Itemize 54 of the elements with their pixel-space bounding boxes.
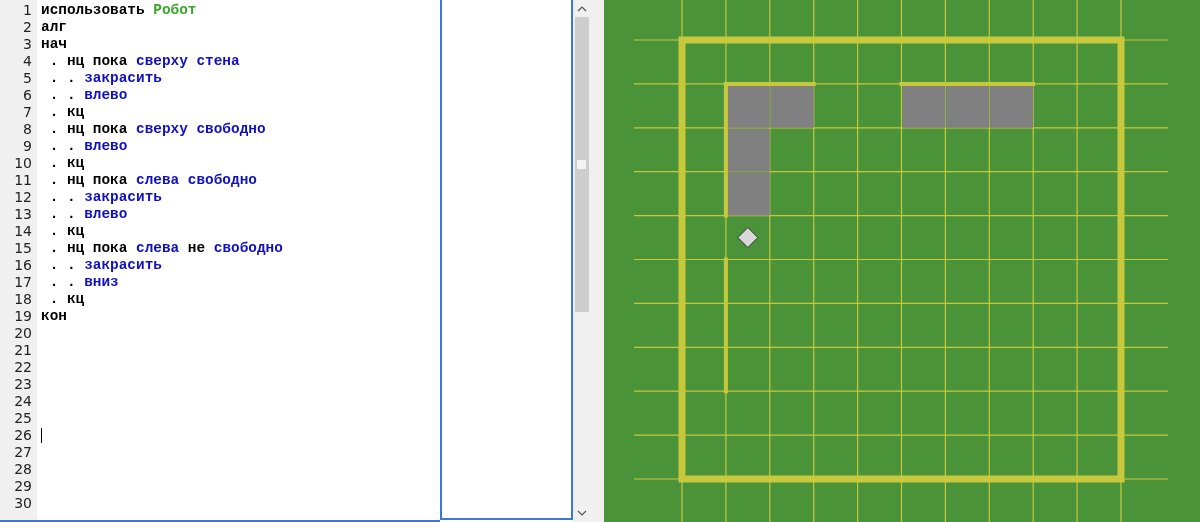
line-number: 27 [13, 444, 33, 461]
line-number: 3 [22, 36, 33, 53]
line-number: 4 [22, 53, 33, 70]
line-number: 6 [22, 87, 33, 104]
code-line: . . влево [48, 87, 128, 104]
line-number: 17 [13, 274, 33, 291]
scroll-up-icon[interactable] [576, 6, 587, 12]
line-number: 5 [22, 70, 33, 87]
line-number: 15 [13, 240, 33, 257]
line-number: 1 [22, 2, 33, 19]
line-number: 22 [13, 359, 33, 376]
code-line: . . закрасить [48, 70, 162, 87]
scrollbar[interactable] [573, 0, 591, 522]
line-number: 12 [13, 189, 33, 206]
line-number: 8 [22, 121, 33, 138]
code-line: . кц [48, 104, 85, 121]
code-line: . нц пока сверху стена [48, 53, 240, 70]
code-line: . нц пока слева свободно [48, 172, 257, 189]
line-number: 24 [13, 393, 33, 410]
line-number: 7 [22, 104, 33, 121]
code-line: . нц пока слева не свободно [48, 240, 283, 257]
code-line: кон [41, 308, 67, 325]
line-number: 19 [13, 308, 33, 325]
code-line: . нц пока сверху свободно [48, 121, 266, 138]
line-number: 30 [13, 495, 33, 512]
code-line: . кц [48, 223, 85, 240]
code-line: . . влево [48, 138, 128, 155]
line-number: 10 [13, 155, 33, 172]
line-number: 20 [13, 325, 33, 342]
code-line: нач [41, 36, 67, 53]
code-line: . кц [48, 291, 85, 308]
grip-icon [577, 160, 587, 169]
code-line: . . вниз [48, 274, 119, 291]
line-number: 14 [13, 223, 33, 240]
line-number: 25 [13, 410, 33, 427]
line-number: 23 [13, 376, 33, 393]
line-number: 9 [22, 138, 33, 155]
line-number: 11 [13, 172, 33, 189]
code-line: . . закрасить [48, 189, 162, 206]
scroll-down-icon[interactable] [576, 510, 587, 516]
code-line: . . закрасить [48, 257, 162, 274]
line-number: 21 [13, 342, 33, 359]
code-line: . . влево [48, 206, 128, 223]
line-number: 18 [13, 291, 33, 308]
line-number: 28 [13, 461, 33, 478]
code-line: использовать Робот [41, 2, 197, 19]
line-number: 29 [13, 478, 33, 495]
line-number: 16 [13, 257, 33, 274]
line-number: 26 [13, 427, 33, 444]
line-number: 13 [13, 206, 33, 223]
line-number: 2 [22, 19, 33, 36]
scrollbar-thumb[interactable] [574, 17, 589, 312]
code-line: . кц [48, 155, 85, 172]
code-line: алг [41, 19, 67, 36]
